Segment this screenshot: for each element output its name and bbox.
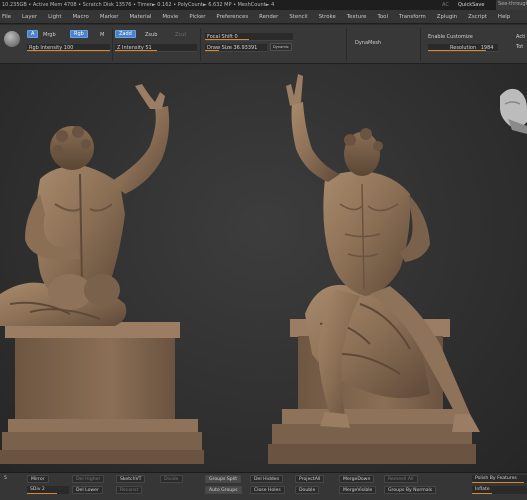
sculpture-render — [0, 74, 527, 464]
menu-item-material[interactable]: Material — [129, 14, 151, 20]
del-lower-button[interactable]: Del Lower — [72, 486, 103, 494]
canvas-viewport[interactable] — [0, 64, 527, 472]
menu-item-marker[interactable]: Marker — [100, 14, 119, 20]
dynamic-button[interactable]: Dynamic — [270, 43, 292, 51]
merge-visible-button[interactable]: MergeVisible — [339, 486, 377, 494]
menu-item-light[interactable]: Light — [48, 14, 61, 20]
right-statue — [268, 74, 480, 464]
enable-customize-button[interactable]: Enable Customize — [428, 34, 473, 40]
menu-item-zplugin[interactable]: Zplugin — [437, 14, 457, 20]
double-button[interactable]: Double — [295, 486, 320, 494]
ac-label[interactable]: AC — [442, 0, 449, 10]
menu-item-tool[interactable]: Tool — [378, 14, 388, 20]
menu-item-transform[interactable]: Transform — [399, 14, 426, 20]
sdiv-label: SDiv 2 — [30, 487, 45, 492]
menu-item-stencil[interactable]: Stencil — [289, 14, 307, 20]
merge-down-button[interactable]: MergeDown — [339, 475, 375, 483]
project-all-button[interactable]: ProjectAll — [295, 475, 325, 483]
main-menubar: File Layer Light Macro Marker Material Movie Pi… — [0, 10, 527, 24]
inflate-slider[interactable]: Inflate — [472, 486, 527, 494]
navigation-gizmo-icon[interactable] — [500, 88, 527, 134]
groups-split-button[interactable]: Groups Split — [205, 475, 242, 483]
z-intensity-fill — [115, 50, 157, 51]
zsub-button[interactable]: Zsub — [145, 32, 157, 38]
del-hidden-button[interactable]: Del Hidden — [250, 475, 284, 483]
menu-item-picker[interactable]: Picker — [189, 14, 205, 20]
zbrush-window: 10.235GB • Active Mem 4708 • Scratch Dis… — [0, 0, 527, 500]
sdiv-fill — [27, 493, 57, 494]
menu-item-help[interactable]: Help — [498, 14, 510, 20]
menu-item-zscript[interactable]: Zscript — [468, 14, 487, 20]
polish-label: Polish By Features — [475, 476, 517, 481]
mrgb-button[interactable]: Mrgb — [43, 32, 56, 38]
menu-item-stroke[interactable]: Stroke — [319, 14, 336, 20]
groups-by-normals-button[interactable]: Groups By Normals — [384, 486, 437, 494]
divider — [200, 28, 201, 61]
divider — [346, 28, 347, 61]
a-button[interactable]: A — [27, 30, 39, 38]
resolution-fill — [428, 50, 486, 51]
del-higher-button[interactable]: Del Higher — [72, 475, 105, 483]
zcut-button[interactable]: Zcut — [175, 32, 186, 38]
active-points-label: Acti — [516, 34, 526, 40]
z-intensity-slider[interactable]: Z Intensity 51 — [115, 44, 197, 52]
draw-size-slider[interactable]: Draw Size 36.93391 — [205, 44, 267, 52]
menu-item-layer[interactable]: Layer — [22, 14, 37, 20]
reconst-button[interactable]: Reconst — [116, 486, 143, 494]
total-points-label: Tot — [516, 44, 524, 50]
auto-groups-button[interactable]: Auto Groups — [205, 486, 242, 494]
polish-fill — [472, 482, 524, 483]
focal-shift-slider[interactable]: Focal Shift 0 — [205, 33, 293, 41]
inflate-fill — [472, 493, 492, 494]
rgb-intensity-slider[interactable]: Rgb Intensity 100 — [27, 44, 110, 52]
see-through-slider[interactable]: See-through — [496, 0, 527, 10]
menu-item-movie[interactable]: Movie — [162, 14, 178, 20]
draw-size-fill — [205, 50, 219, 51]
status-titlebar: 10.235GB • Active Mem 4708 • Scratch Dis… — [0, 0, 527, 10]
left-statue — [0, 84, 204, 464]
brush-icon[interactable] — [4, 31, 20, 47]
menu-item-render[interactable]: Render — [259, 14, 278, 20]
divider — [112, 28, 113, 61]
top-shelf: A Mrgb Rgb M Rgb Intensity 100 Zadd Zsub… — [0, 25, 527, 64]
sketch-button[interactable]: SketchVT — [116, 475, 146, 483]
menu-item-file[interactable]: File — [2, 14, 11, 20]
close-holes-button[interactable]: Close Holes — [250, 486, 285, 494]
dynamesh-button[interactable]: DynaMesh — [355, 40, 381, 46]
quicksave-button[interactable]: QuickSave — [458, 0, 484, 10]
polish-slider[interactable]: Polish By Features — [472, 475, 527, 483]
memory-status-text: 10.235GB • Active Mem 4708 • Scratch Dis… — [2, 2, 275, 8]
focal-shift-fill — [205, 39, 249, 40]
menu-item-macro[interactable]: Macro — [73, 14, 89, 20]
rgb-intensity-fill — [27, 50, 110, 51]
remesh-all-button[interactable]: Remesh All — [384, 475, 418, 483]
divider — [420, 28, 421, 61]
menu-item-texture[interactable]: Texture — [347, 14, 367, 20]
inflate-label: Inflate — [475, 487, 490, 492]
divide-button[interactable]: Divide — [160, 475, 183, 483]
rgb-button[interactable]: Rgb — [70, 30, 88, 38]
mirror-button[interactable]: Mirror — [27, 475, 49, 483]
menu-item-preferences[interactable]: Preferences — [216, 14, 248, 20]
sdiv-number: 5 — [4, 476, 7, 481]
m-button[interactable]: M — [100, 32, 104, 38]
sdiv-slider[interactable]: SDiv 2 — [27, 486, 69, 494]
zadd-button[interactable]: Zadd — [115, 30, 136, 38]
resolution-slider[interactable]: Resolution 1984 — [428, 44, 498, 52]
bottom-shelf: 5 Mirror SDiv 2 Del Higher Del Lower Ske… — [0, 472, 527, 500]
